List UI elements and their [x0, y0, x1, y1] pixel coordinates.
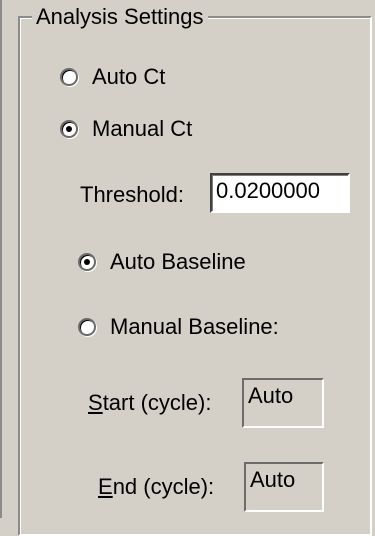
manual-ct-radio[interactable]: [60, 120, 78, 138]
end-cycle-mnemonic: E: [98, 474, 113, 499]
auto-baseline-label: Auto Baseline: [110, 249, 246, 274]
manual-ct-label: Manual Ct: [92, 116, 193, 141]
start-cycle-field: Auto: [242, 378, 324, 428]
manual-ct-radio-option[interactable]: Manual Ct: [60, 116, 192, 142]
start-cycle-mnemonic: S: [88, 390, 103, 415]
end-cycle-field: Auto: [244, 462, 324, 512]
auto-ct-label: Auto Ct: [92, 64, 166, 89]
manual-baseline-label: Manual Baseline:: [110, 314, 279, 339]
auto-ct-radio-option[interactable]: Auto Ct: [60, 64, 165, 90]
auto-ct-radio[interactable]: [60, 68, 78, 86]
end-cycle-label-text: nd (cycle):: [112, 474, 215, 499]
manual-baseline-radio[interactable]: [78, 318, 96, 336]
threshold-input[interactable]: 0.0200000: [210, 173, 350, 213]
threshold-label: Threshold:: [80, 182, 184, 207]
start-cycle-label: Start (cycle):: [88, 390, 211, 416]
end-cycle-label: End (cycle):: [98, 474, 214, 500]
manual-baseline-radio-option[interactable]: Manual Baseline:: [78, 314, 279, 340]
window-left-edge: [0, 0, 2, 518]
auto-baseline-radio-option[interactable]: Auto Baseline: [78, 249, 246, 275]
analysis-settings-groupbox: [18, 16, 372, 536]
groupbox-title: Analysis Settings: [32, 4, 208, 30]
auto-baseline-radio[interactable]: [78, 253, 96, 271]
start-cycle-label-text: tart (cycle):: [102, 390, 212, 415]
